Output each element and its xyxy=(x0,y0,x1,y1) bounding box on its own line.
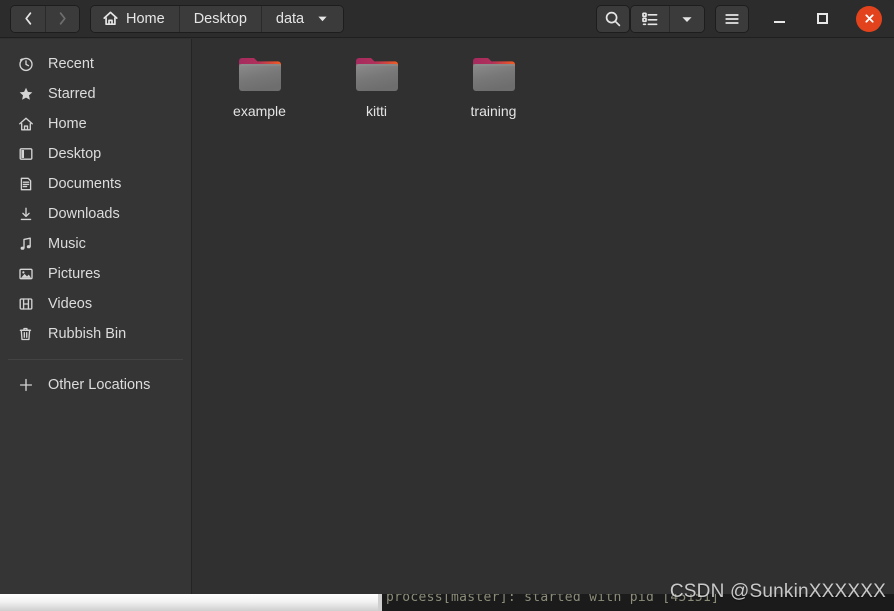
sidebar-label-downloads: Downloads xyxy=(48,206,120,222)
breadcrumb-label-data: data xyxy=(275,10,305,27)
sidebar-item-rubbish-bin[interactable]: Rubbish Bin xyxy=(6,319,185,349)
forward-button[interactable] xyxy=(45,5,79,32)
view-controls xyxy=(630,4,705,33)
sidebar-item-videos[interactable]: Videos xyxy=(6,289,185,319)
main-menu-button[interactable] xyxy=(715,4,749,33)
file-list-view[interactable]: example kitti training xyxy=(193,39,894,594)
chevron-down-icon xyxy=(682,16,692,22)
breadcrumb-label-home: Home xyxy=(126,10,165,27)
list-item-label: example xyxy=(233,103,286,119)
close-icon xyxy=(864,14,874,23)
chevron-right-icon xyxy=(59,12,66,25)
home-icon xyxy=(18,116,34,132)
sidebar-label-desktop: Desktop xyxy=(48,146,102,162)
close-button[interactable] xyxy=(856,5,882,32)
desktop-icon xyxy=(18,146,34,162)
home-icon xyxy=(103,11,118,26)
sidebar-item-documents[interactable]: Documents xyxy=(6,169,185,199)
sidebar-label-documents: Documents xyxy=(48,176,122,192)
list-item[interactable]: kitti xyxy=(318,45,435,119)
chevron-left-icon xyxy=(24,12,31,25)
search-icon xyxy=(605,11,621,26)
sidebar-item-home[interactable]: Home xyxy=(6,109,185,139)
folder-icon xyxy=(472,58,515,91)
list-item[interactable]: example xyxy=(201,45,318,119)
list-item-label: training xyxy=(470,103,517,119)
header-bar: Home Desktop data xyxy=(0,0,894,38)
sidebar-label-home: Home xyxy=(48,116,87,132)
download-icon xyxy=(18,206,34,222)
maximize-icon xyxy=(816,13,828,24)
sidebar-label-other-locations: Other Locations xyxy=(48,377,151,393)
file-manager-window: Home Desktop data Recent Starred Home De… xyxy=(0,0,894,594)
sidebar-item-downloads[interactable]: Downloads xyxy=(6,199,185,229)
star-icon xyxy=(18,86,34,102)
breadcrumb-label-desktop: Desktop xyxy=(193,10,247,27)
sidebar-separator xyxy=(8,359,183,360)
hamburger-menu-icon xyxy=(725,13,739,24)
minimize-icon xyxy=(773,21,785,23)
sidebar-item-pictures[interactable]: Pictures xyxy=(6,259,185,289)
icon-grid: example kitti training xyxy=(201,45,552,119)
breadcrumb-item-desktop[interactable]: Desktop xyxy=(178,5,261,32)
view-options-button[interactable] xyxy=(669,5,704,32)
back-button[interactable] xyxy=(11,5,45,32)
breadcrumb-item-home[interactable]: Home xyxy=(91,5,179,32)
sidebar-label-rubbish-bin: Rubbish Bin xyxy=(48,326,127,342)
list-view-icon xyxy=(642,11,658,25)
sidebar-item-other-locations[interactable]: Other Locations xyxy=(6,370,185,400)
navigation-buttons xyxy=(10,4,80,33)
document-icon xyxy=(18,176,34,192)
plus-icon xyxy=(18,377,34,393)
sidebar-item-recent[interactable]: Recent xyxy=(6,49,185,79)
sidebar: Recent Starred Home Desktop Documents Do… xyxy=(0,39,192,594)
sidebar-label-videos: Videos xyxy=(48,296,93,312)
minimize-button[interactable] xyxy=(766,6,792,32)
clock-icon xyxy=(18,56,34,72)
chevron-down-icon xyxy=(318,16,327,22)
sidebar-label-pictures: Pictures xyxy=(48,266,101,282)
sidebar-item-starred[interactable]: Starred xyxy=(6,79,185,109)
sidebar-label-starred: Starred xyxy=(48,86,96,102)
picture-icon xyxy=(18,266,34,282)
list-item-label: kitti xyxy=(366,103,387,119)
folder-icon xyxy=(355,58,398,91)
list-view-button[interactable] xyxy=(631,5,669,32)
breadcrumb: Home Desktop data xyxy=(90,4,345,33)
sidebar-item-desktop[interactable]: Desktop xyxy=(6,139,185,169)
folder-icon xyxy=(238,58,281,91)
search-button[interactable] xyxy=(596,4,630,33)
breadcrumb-item-data[interactable]: data xyxy=(260,5,344,32)
sidebar-label-music: Music xyxy=(48,236,86,252)
maximize-button[interactable] xyxy=(809,6,835,32)
sidebar-label-recent: Recent xyxy=(48,56,94,72)
video-icon xyxy=(18,296,34,312)
trash-icon xyxy=(18,326,34,342)
list-item[interactable]: training xyxy=(435,45,552,119)
music-note-icon xyxy=(18,236,34,252)
sidebar-item-music[interactable]: Music xyxy=(6,229,185,259)
header-right-controls xyxy=(586,4,894,33)
